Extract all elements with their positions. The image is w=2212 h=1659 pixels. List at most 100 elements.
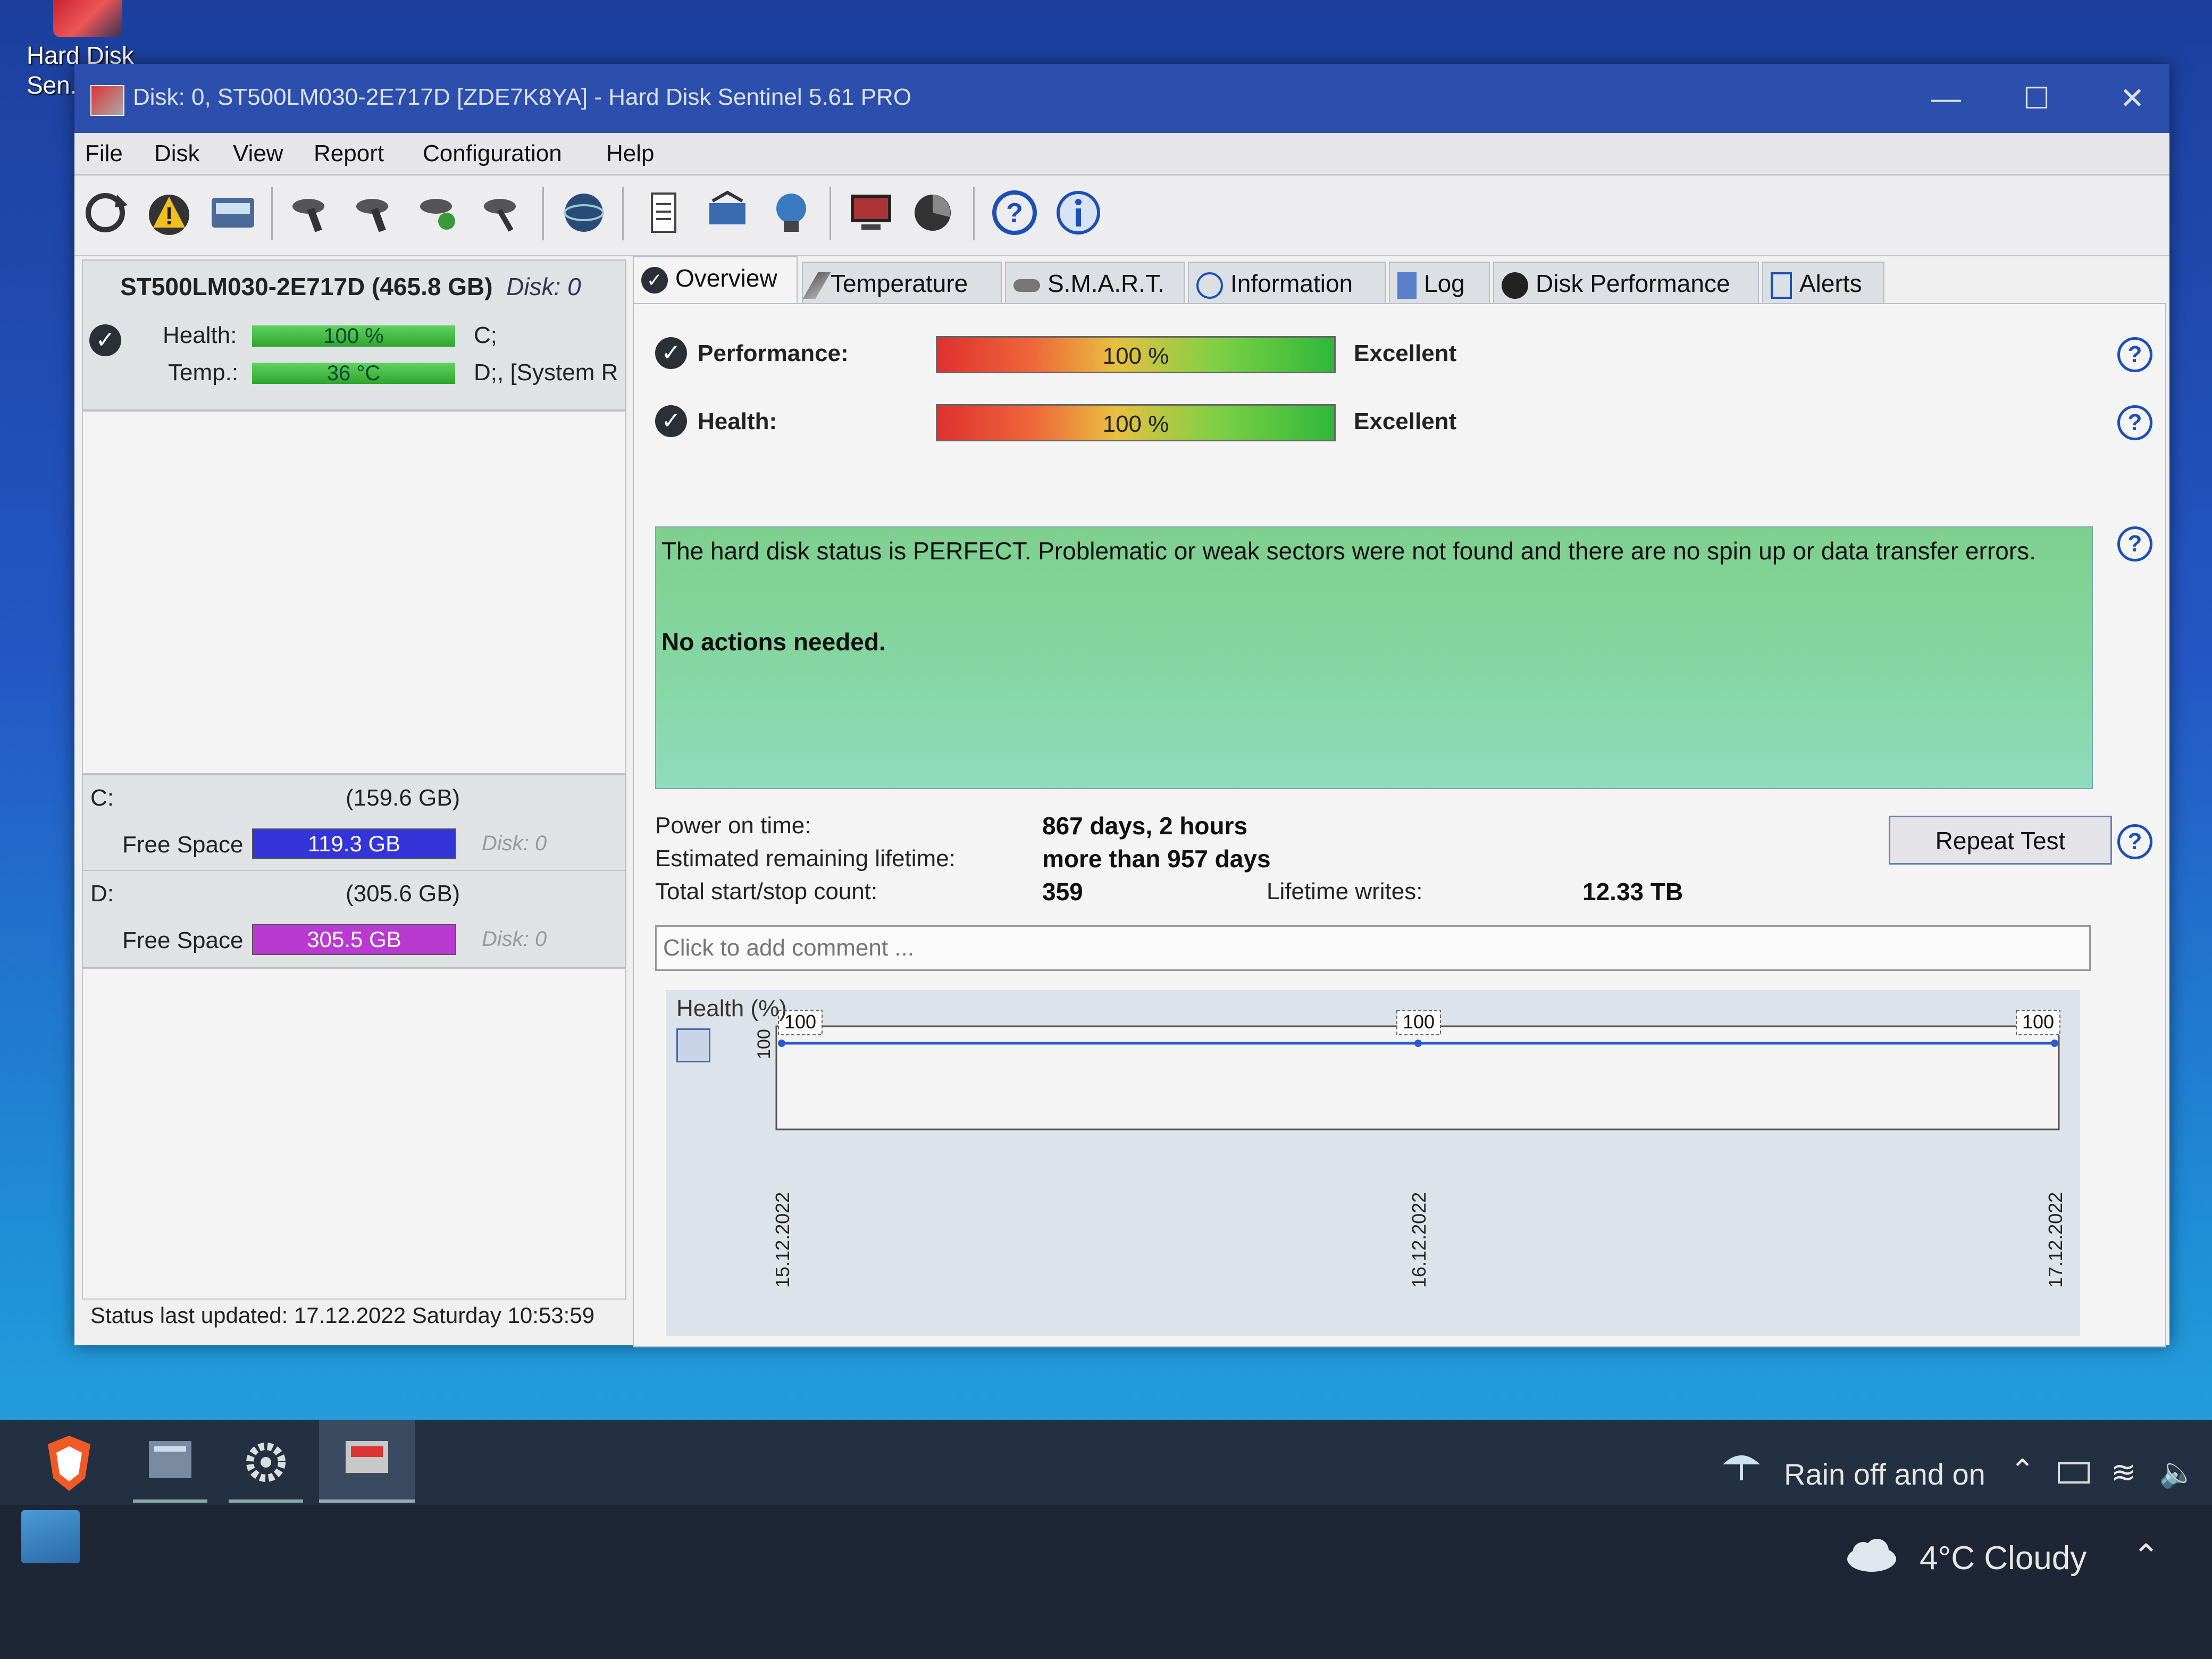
check-icon: ✓ — [641, 266, 668, 294]
svg-text:?: ? — [1006, 198, 1023, 229]
tab-information[interactable]: Information — [1188, 262, 1386, 303]
lifetime-writes-value: 12.33 TB — [1582, 878, 1683, 906]
volume-disk: Disk: 0 — [482, 927, 547, 951]
help-icon[interactable]: ? — [989, 187, 1040, 238]
maximize-button[interactable]: ☐ — [2005, 74, 2068, 122]
sync-icon[interactable] — [702, 187, 753, 238]
title-bar[interactable]: Disk: 0, ST500LM030-2E717D [ZDE7K8YA] - … — [74, 64, 2169, 133]
help-icon[interactable]: ? — [2117, 337, 2152, 372]
menu-disk[interactable]: Disk — [154, 140, 200, 167]
tab-smart[interactable]: S.M.A.R.T. — [1005, 262, 1185, 303]
world-icon[interactable] — [766, 187, 817, 238]
toolbar: ? — [74, 175, 2169, 256]
status-message: The hard disk status is PERFECT. Problem… — [661, 537, 2036, 565]
file-manager-icon[interactable] — [133, 1425, 207, 1503]
close-button[interactable]: ✕ — [2100, 74, 2164, 122]
settings-gear-icon[interactable] — [229, 1425, 303, 1503]
tab-label: Information — [1230, 270, 1353, 297]
tab-alerts[interactable]: Alerts — [1762, 262, 1884, 303]
weather-bottom-text[interactable]: 4°C Cloudy — [1920, 1539, 2087, 1577]
lifetime-label: Estimated remaining lifetime: — [655, 845, 956, 872]
hard-disk-sentinel-taskbar-icon[interactable] — [319, 1420, 415, 1503]
left-panel-lower — [82, 968, 626, 1300]
cloud-icon — [1840, 1537, 1898, 1574]
lifetime-writes-label: Lifetime writes: — [1267, 878, 1423, 904]
menu-view[interactable]: View — [233, 140, 283, 167]
tab-log[interactable]: Log — [1389, 262, 1490, 303]
info-icon[interactable] — [1053, 187, 1104, 238]
tab-label: Overview — [675, 264, 777, 292]
wifi-icon[interactable]: ≋ — [2111, 1455, 2136, 1490]
x-tick-label: 16.12.2022 — [1408, 1192, 1430, 1288]
tab-label: Alerts — [1799, 270, 1862, 297]
alert-icon[interactable] — [144, 187, 195, 238]
monitor-icon[interactable] — [845, 187, 896, 238]
tool2-icon[interactable] — [351, 187, 402, 238]
point-label: 100 — [784, 1011, 816, 1033]
menu-help[interactable]: Help — [606, 140, 655, 167]
startstop-label: Total start/stop count: — [655, 878, 878, 904]
health-chart-area: 100 15.12.2022 100 16.12.2022 100 17.12.2022 1… — [666, 990, 2080, 1336]
overview-content: ✓ Performance: 100 % Excellent ? ✓ Healt… — [633, 303, 2166, 1347]
disk-id: Disk: 0 — [506, 273, 581, 300]
tool1-icon[interactable] — [287, 187, 338, 238]
help-icon[interactable]: ? — [2117, 405, 2152, 440]
rain-icon — [1717, 1446, 1765, 1484]
temp-label: Temp.: — [168, 359, 239, 386]
temp-bar: 36 °C — [252, 363, 455, 384]
tool4-icon[interactable] — [479, 187, 530, 238]
menu-configuration[interactable]: Configuration — [423, 140, 562, 167]
volumes-panel: C: (159.6 GB) Free Space 119.3 GB Disk: … — [82, 774, 626, 968]
help-icon[interactable]: ? — [2117, 824, 2152, 859]
taskbar-row: Rain off and on ⌃ ≋ 🔈 — [0, 1420, 2212, 1505]
health-point — [2051, 1040, 2058, 1047]
disk-summary-panel[interactable]: ST500LM030-2E717D (465.8 GB) Disk: 0 ✓ H… — [82, 259, 626, 410]
health-point — [1414, 1040, 1422, 1047]
battery-icon[interactable] — [2058, 1462, 2090, 1484]
volume-disk: Disk: 0 — [482, 832, 547, 855]
toolbar-separator — [542, 187, 544, 240]
tool3-icon[interactable] — [415, 187, 466, 238]
menu-report[interactable]: Report — [314, 140, 384, 167]
menu-file[interactable]: File — [85, 140, 123, 167]
comment-input[interactable] — [655, 925, 2091, 971]
help-icon[interactable]: ? — [2117, 526, 2152, 562]
chevron-up-icon[interactable]: ⌃ — [2132, 1537, 2160, 1576]
toolbar-separator — [271, 187, 273, 240]
health-bar: 100 % — [936, 404, 1336, 441]
chevron-up-icon[interactable]: ⌃ — [2010, 1453, 2035, 1488]
brave-browser-icon[interactable] — [32, 1425, 106, 1499]
tab-overview[interactable]: ✓ Overview — [633, 256, 798, 304]
tab-temperature[interactable]: Temperature — [802, 262, 1002, 303]
toolbar-separator — [830, 187, 831, 240]
check-icon: ✓ — [655, 405, 687, 437]
tab-disk-performance[interactable]: Disk Performance — [1493, 262, 1759, 303]
volume-size: (305.6 GB) — [346, 881, 460, 907]
hard-disk-sentinel-icon — [53, 0, 122, 37]
refresh-icon[interactable] — [80, 187, 131, 238]
x-tick-label: 17.12.2022 — [2045, 1192, 2066, 1288]
free-space-bar: 305.5 GB — [252, 924, 456, 955]
health-point — [778, 1040, 785, 1047]
temp-drive: D;, [System R — [474, 359, 618, 386]
x-tick-label: 15.12.2022 — [772, 1192, 793, 1288]
power-on-label: Power on time: — [655, 812, 811, 839]
disk-icon[interactable] — [207, 187, 258, 238]
minimize-button[interactable]: — — [1914, 74, 1978, 122]
volume-row[interactable]: C: (159.6 GB) Free Space 119.3 GB Disk: … — [83, 775, 625, 870]
app-icon — [90, 85, 124, 116]
chart-icon[interactable] — [909, 187, 960, 238]
weather-text[interactable]: Rain off and on — [1784, 1457, 1985, 1492]
menu-bar: File Disk View Report Configuration Help — [74, 133, 2169, 175]
repeat-test-button[interactable]: Repeat Test — [1889, 816, 2112, 865]
photos-icon[interactable] — [21, 1510, 80, 1563]
volume-icon[interactable]: 🔈 — [2159, 1455, 2196, 1490]
health-bar-track: 100 % — [252, 325, 455, 347]
performance-bar: 100 % — [936, 336, 1336, 373]
free-space-label: Free Space — [122, 832, 244, 858]
volume-row[interactable]: D: (305.6 GB) Free Space 305.5 GB Disk: … — [83, 871, 625, 966]
globe-icon[interactable] — [558, 187, 609, 238]
performance-icon — [1502, 272, 1528, 299]
status-message-box: The hard disk status is PERFECT. Problem… — [655, 526, 2093, 789]
document-icon[interactable] — [638, 187, 689, 238]
